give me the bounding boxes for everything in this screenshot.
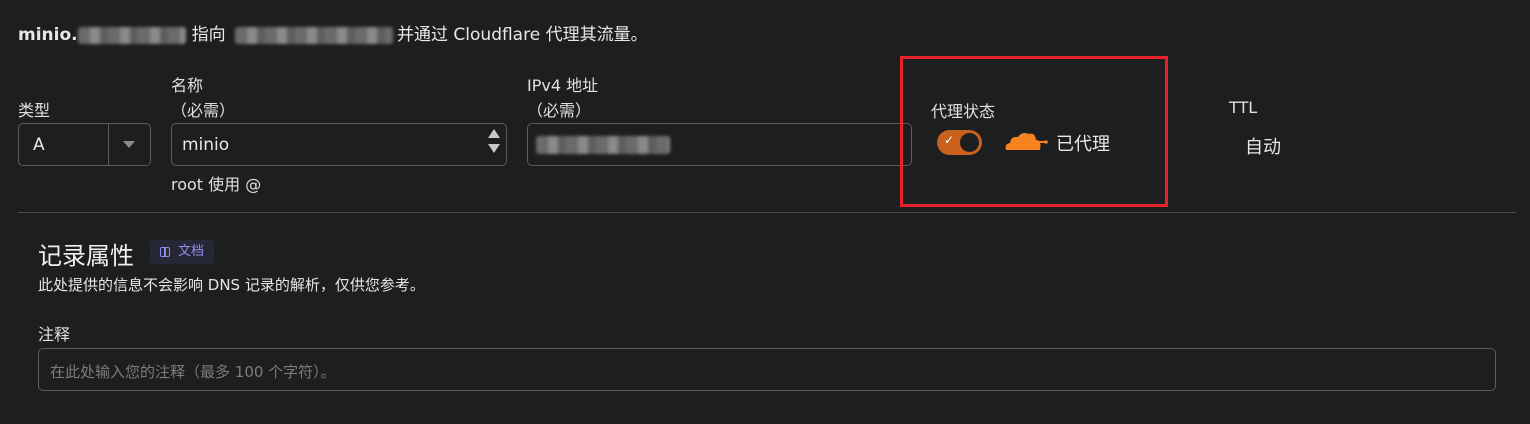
redacted-ip [235, 26, 394, 44]
record-host: minio. [18, 25, 78, 45]
ttl-label: TTL [1229, 98, 1258, 117]
docs-link[interactable]: 文档 [150, 240, 215, 264]
docs-link-label: 文档 [178, 244, 205, 259]
name-input-value: minio [182, 135, 230, 155]
proxy-status-text: 已代理 [1056, 134, 1110, 155]
name-spinner[interactable] [487, 127, 501, 163]
record-attrs-title: 记录属性 [38, 242, 134, 270]
spin-up-icon[interactable] [488, 129, 500, 138]
ipv4-required: （必需） [527, 101, 592, 120]
name-hint: root 使用 @ [171, 175, 262, 194]
section-divider [18, 212, 1516, 213]
type-select-value: A [33, 135, 45, 155]
comment-input[interactable]: 在此处输入您的注释（最多 100 个字符）。 [38, 348, 1496, 391]
record-attrs-description: 此处提供的信息不会影响 DNS 记录的解析，仅供您参考。 [38, 276, 425, 294]
spin-down-icon[interactable] [488, 144, 500, 153]
select-divider [108, 124, 109, 165]
name-label: 名称 [171, 76, 204, 95]
ipv4-label: IPv4 地址 [527, 76, 599, 95]
chevron-down-icon[interactable] [123, 141, 135, 148]
record-summary: minio. 指向 并通过 Cloudflare 代理其流量。 [18, 20, 648, 45]
type-label: 类型 [18, 101, 51, 120]
proxy-toggle[interactable]: ✓ [937, 130, 982, 155]
comment-placeholder: 在此处输入您的注释（最多 100 个字符）。 [50, 363, 336, 381]
check-icon: ✓ [944, 133, 955, 147]
ttl-value: 自动 [1245, 137, 1281, 158]
comment-label: 注释 [38, 325, 71, 344]
proxy-status-label: 代理状态 [931, 102, 996, 121]
points-to-text: 指向 [191, 25, 226, 45]
redacted-ipv4-value [536, 136, 670, 154]
cloud-icon [1005, 133, 1048, 150]
name-input[interactable]: minio [171, 123, 507, 166]
toggle-knob [960, 133, 979, 152]
ipv4-input[interactable] [527, 123, 912, 166]
name-required: （必需） [171, 101, 236, 120]
proxy-summary-text: 并通过 Cloudflare 代理其流量。 [397, 25, 648, 45]
type-select[interactable]: A [18, 123, 151, 166]
book-icon [160, 247, 170, 257]
redacted-host [77, 26, 186, 44]
